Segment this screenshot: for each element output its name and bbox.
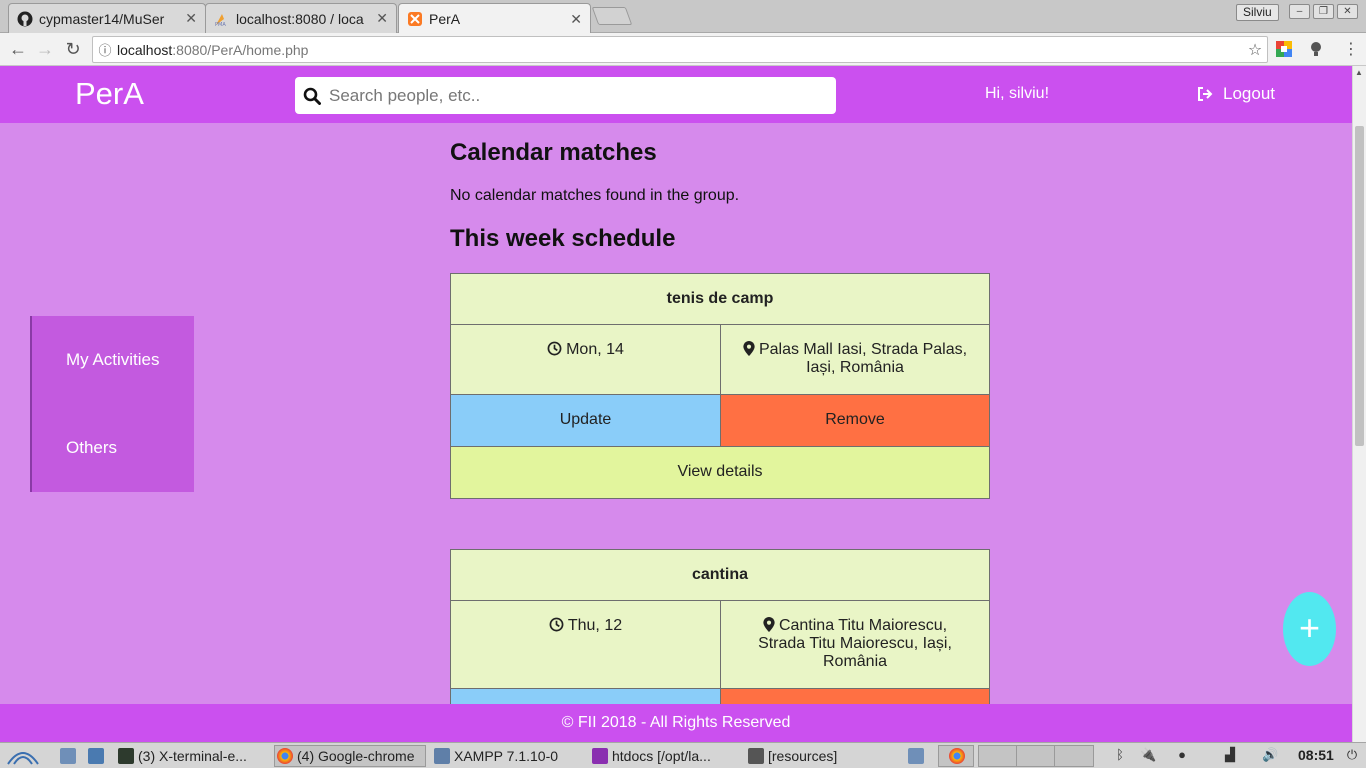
activity-title: cantina	[451, 550, 989, 601]
calendar-matches-heading: Calendar matches	[450, 139, 657, 166]
tab-title: cypmaster14/MuSer	[39, 10, 165, 27]
xampp-icon	[407, 11, 423, 27]
url-text[interactable]: localhost:8080/PerA/home.php	[117, 42, 1243, 58]
logout-label: Logout	[1223, 84, 1275, 103]
scroll-up-icon[interactable]: ▲	[1355, 68, 1363, 77]
activity-card: tenis de camp Mon, 14 Palas Mall Iasi, S…	[450, 273, 990, 499]
taskbar-window-icon[interactable]	[906, 745, 930, 767]
activity-location: Cantina Titu Maiorescu, Strada Titu Maior…	[720, 601, 989, 688]
browser-toolbar: ← → ↻ ⓘ localhost:8080/PerA/home.php ☆ ⋮	[0, 33, 1366, 66]
github-icon	[17, 11, 33, 27]
show-desktop-icon[interactable]	[58, 745, 80, 767]
restore-icon[interactable]: ❐	[1313, 4, 1334, 19]
clock-icon	[549, 617, 564, 632]
logout-button[interactable]: Logout	[1197, 84, 1275, 104]
tab-title: PerA	[429, 11, 461, 27]
minimize-icon[interactable]: –	[1289, 4, 1310, 19]
terminal-icon	[118, 748, 134, 764]
user-greeting: Hi, silviu!	[985, 85, 1050, 102]
network-signal-icon[interactable]: ▟	[1222, 747, 1238, 763]
tab-pera[interactable]: PerA ✕	[398, 3, 591, 34]
clock-icon	[547, 341, 562, 356]
tab-title: localhost:8080 / loca	[236, 10, 364, 27]
scroll-thumb[interactable]	[1355, 126, 1364, 446]
phpstorm-icon	[592, 748, 608, 764]
page-viewport: PerA Hi, silviu! Logout My Activities Ot…	[0, 66, 1366, 742]
new-tab-button[interactable]	[591, 7, 633, 25]
update-notifier-icon[interactable]: ●	[1174, 747, 1190, 763]
brand-logo[interactable]: PerA	[75, 76, 144, 112]
sidebar-item-others[interactable]: Others	[66, 438, 117, 458]
activity-location: Palas Mall Iasi, Strada Palas, Iași, Româ…	[720, 325, 989, 394]
browser-tab-strip: cypmaster14/MuSer ✕ PMA localhost:8080 /…	[0, 0, 1366, 34]
calendar-empty-message: No calendar matches found in the group.	[450, 187, 740, 204]
activity-card: cantina Thu, 12 Cantina Titu Maiorescu, S…	[450, 549, 990, 741]
search-box[interactable]	[295, 77, 836, 114]
profile-badge[interactable]: Silviu	[1236, 4, 1279, 21]
taskbar-chrome-mini[interactable]	[938, 745, 974, 767]
footer-text: FII 2018 - All Rights Reserved	[577, 714, 791, 731]
window-icon	[434, 748, 450, 764]
sidebar: My Activities Others	[30, 316, 194, 492]
close-window-icon[interactable]: ✕	[1337, 4, 1358, 19]
sidebar-item-my-activities[interactable]: My Activities	[66, 350, 160, 370]
taskbar-item-chrome[interactable]: (4) Google-chrome	[274, 745, 426, 767]
tab-phpmyadmin[interactable]: PMA localhost:8080 / loca ✕	[205, 3, 397, 33]
svg-text:PMA: PMA	[215, 22, 226, 27]
taskbar-item-xampp[interactable]: XAMPP 7.1.10-0	[432, 745, 584, 767]
folder-icon	[748, 748, 764, 764]
reload-icon[interactable]: ↻	[62, 38, 84, 60]
back-icon[interactable]: ←	[7, 38, 29, 60]
activity-day: Mon, 14	[451, 325, 720, 394]
map-marker-icon	[743, 341, 755, 356]
site-header: PerA Hi, silviu! Logout	[0, 66, 1352, 123]
power-icon[interactable]: 🔌	[1140, 747, 1156, 763]
page-scrollbar[interactable]: ▲	[1352, 66, 1366, 742]
clock: 08:51	[1298, 747, 1334, 763]
shutdown-icon[interactable]: ⏻	[1344, 747, 1360, 763]
week-schedule-heading: This week schedule	[450, 225, 676, 252]
add-activity-button[interactable]: +	[1283, 592, 1336, 666]
phpmyadmin-icon: PMA	[214, 11, 230, 27]
copyright-icon: ©	[561, 714, 574, 731]
forward-icon[interactable]: →	[34, 38, 56, 60]
close-icon[interactable]: ✕	[376, 10, 388, 27]
bookmark-star-icon[interactable]: ☆	[1243, 40, 1267, 60]
search-input[interactable]	[329, 80, 836, 111]
bluetooth-icon[interactable]: ᛒ	[1112, 747, 1128, 763]
close-icon[interactable]: ✕	[185, 10, 197, 27]
map-marker-icon	[763, 617, 775, 632]
os-taskbar: (3) X-terminal-e... (4) Google-chrome XA…	[0, 742, 1366, 768]
info-icon[interactable]: ⓘ	[93, 40, 117, 59]
taskbar-workspace-2[interactable]	[1016, 745, 1056, 767]
taskbar-item-resources[interactable]: [resources]	[746, 745, 896, 767]
taskbar-item-terminal[interactable]: (3) X-terminal-e...	[116, 745, 270, 767]
extension-icon[interactable]	[1276, 41, 1292, 57]
close-icon[interactable]: ✕	[570, 11, 582, 28]
view-details-button[interactable]: View details	[451, 447, 989, 498]
address-bar[interactable]: ⓘ localhost:8080/PerA/home.php ☆	[92, 36, 1268, 63]
activity-day: Thu, 12	[451, 601, 720, 688]
taskbar-workspace-1[interactable]	[978, 745, 1018, 767]
browser-menu-icon[interactable]: ⋮	[1343, 41, 1359, 59]
remove-button[interactable]: Remove	[720, 395, 989, 446]
activity-title: tenis de camp	[451, 274, 989, 325]
logout-icon	[1198, 87, 1213, 101]
start-menu-icon[interactable]	[4, 745, 44, 767]
volume-icon[interactable]: 🔊	[1262, 747, 1278, 763]
update-button[interactable]: Update	[451, 395, 720, 446]
extension-bulb-icon[interactable]	[1308, 41, 1324, 57]
taskbar-item-phpstorm[interactable]: htdocs [/opt/la...	[590, 745, 742, 767]
file-manager-icon[interactable]	[86, 745, 108, 767]
site-footer: © FII 2018 - All Rights Reserved	[0, 704, 1352, 742]
taskbar-workspace-3[interactable]	[1054, 745, 1094, 767]
search-icon	[295, 87, 329, 105]
chrome-icon	[277, 748, 293, 764]
tab-github[interactable]: cypmaster14/MuSer ✕	[8, 3, 206, 33]
